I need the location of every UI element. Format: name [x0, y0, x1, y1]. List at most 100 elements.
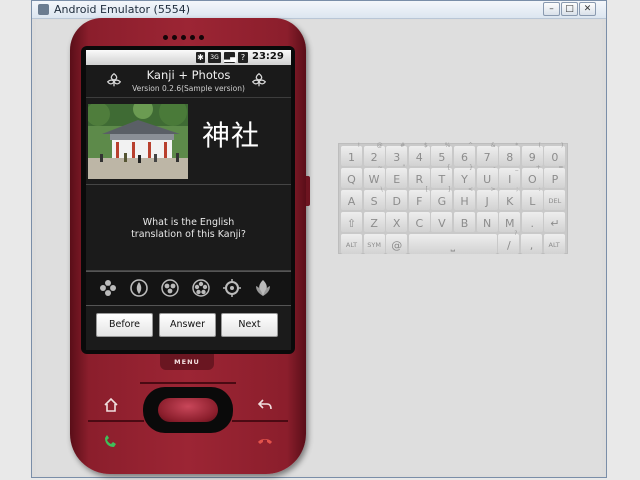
back-icon[interactable] — [256, 396, 274, 414]
key-sym3[interactable]: ⎵ — [408, 234, 497, 254]
trackball[interactable] — [158, 398, 218, 422]
key-label: A — [347, 195, 356, 208]
before-button[interactable]: Before — [96, 313, 153, 337]
key-label: G — [437, 195, 447, 208]
end-call-icon[interactable] — [256, 432, 274, 450]
title-bar[interactable]: Android Emulator (5554) – □ ✕ — [32, 1, 606, 19]
key-c[interactable]: C — [408, 212, 430, 232]
key-label: L — [529, 195, 536, 208]
key-label: I — [508, 173, 512, 186]
key-alt-label: > — [490, 186, 496, 193]
key-p[interactable]: P = — [544, 164, 566, 188]
key-sym[interactable]: SYM — [363, 234, 385, 254]
key-label: Q — [347, 173, 356, 186]
key-del[interactable]: DEL — [544, 190, 566, 210]
emulator-window: Android Emulator (5554) – □ ✕ ✱ 3G ▂▄ ? … — [31, 0, 607, 478]
key-alt[interactable]: ALT — [341, 234, 362, 254]
key-f[interactable]: F[ — [408, 186, 430, 210]
key-label: K — [506, 195, 514, 208]
key-1[interactable]: 1! — [341, 142, 362, 166]
menu-label: MENU — [174, 358, 200, 366]
key-label: ↵ — [550, 217, 560, 230]
key-label: DEL — [548, 197, 562, 205]
key-label: ⎵ — [450, 239, 455, 252]
key-sym8[interactable]: . — [521, 212, 543, 232]
key-alt-label: " — [402, 164, 406, 171]
key-sym4[interactable]: /? — [498, 230, 520, 254]
key-4[interactable]: 4 $ — [408, 142, 430, 166]
key-g[interactable]: G] — [431, 186, 453, 210]
key-sym5[interactable]: , — [521, 234, 542, 254]
key-label: R — [415, 173, 424, 186]
key-s[interactable]: S \ — [363, 186, 385, 210]
key-b[interactable]: B — [454, 212, 475, 232]
key-n[interactable]: N — [476, 212, 498, 232]
home-icon[interactable] — [102, 396, 120, 414]
key-k[interactable]: K; — [499, 186, 521, 210]
key-label: 8 — [506, 151, 514, 164]
next-button[interactable]: Next — [221, 313, 278, 337]
key-label: C — [415, 217, 424, 230]
key-label: 2 — [370, 151, 378, 164]
key-label: O — [527, 173, 537, 186]
crest-ring-icon — [130, 279, 148, 297]
key-h[interactable]: H < — [454, 186, 475, 210]
answer-button[interactable]: Answer — [159, 313, 216, 337]
crest-wheel-icon — [223, 279, 241, 297]
key-alt-label: { — [446, 164, 451, 171]
key-sym0[interactable]: ⇧ — [341, 212, 362, 232]
key-alt-label: ( — [538, 142, 541, 149]
key-label: ALT — [548, 241, 560, 249]
key-x[interactable]: X — [386, 212, 408, 232]
minimize-button[interactable]: – — [543, 2, 560, 16]
key-alt-label: : — [538, 186, 541, 193]
close-button[interactable]: ✕ — [579, 2, 596, 16]
question-line-2: translation of this Kanji? — [131, 229, 246, 240]
key-label: 9 — [528, 151, 536, 164]
key-z[interactable]: Z — [363, 212, 385, 232]
help-icon: ? — [238, 52, 248, 63]
key-sym2[interactable]: @ — [386, 234, 408, 254]
key-v[interactable]: V — [431, 212, 453, 232]
keypad-divider — [88, 420, 144, 422]
key-alt-label: ; — [516, 186, 519, 193]
key-j[interactable]: J > — [476, 186, 498, 210]
key-alt-label: + — [535, 164, 541, 171]
key-alt-label: & — [490, 142, 496, 149]
question-line-1: What is the English — [142, 217, 235, 228]
key-q[interactable]: Q — [341, 168, 362, 188]
key-alt-label: ! — [357, 142, 360, 149]
side-button[interactable] — [306, 176, 310, 206]
key-label: B — [460, 217, 469, 230]
key-alt-label: % — [444, 142, 451, 149]
question-text: What is the English translation of this … — [86, 217, 291, 241]
key-alt[interactable]: ALT — [543, 234, 565, 254]
key-e[interactable]: E " — [386, 164, 408, 188]
key-label: 1 — [348, 151, 355, 164]
key-alt-label: * — [515, 142, 519, 149]
key-label: W — [368, 173, 380, 186]
key-label: @ — [391, 239, 403, 252]
call-icon[interactable] — [102, 432, 120, 450]
key-label: P — [551, 173, 559, 186]
key-a[interactable]: A — [341, 190, 362, 210]
key-sym9[interactable]: ↵ — [544, 212, 566, 232]
key-label: 7 — [483, 151, 491, 164]
key-l[interactable]: L: — [521, 186, 543, 210]
key-label: Y — [461, 173, 468, 186]
key-label: 4 — [415, 151, 423, 164]
key-alt-label: _ — [515, 164, 519, 171]
key-alt-label: - — [493, 164, 496, 171]
emulator-keyboard: 1! 2 @3 #4 $5% 6 ^ 7 & 8 * 9(0) Q W ~ E " R T{Y} U - I _ O + P = A S… — [338, 142, 568, 254]
key-alt-label: ~ — [377, 164, 383, 171]
key-label: 0 — [551, 151, 559, 164]
key-alt-label: # — [400, 142, 406, 149]
key-d[interactable]: D — [386, 190, 408, 210]
key-label: J — [485, 195, 489, 208]
key-label: X — [392, 217, 401, 230]
status-bar: ✱ 3G ▂▄ ? 23:29 — [86, 50, 291, 65]
maximize-button[interactable]: □ — [561, 2, 578, 16]
family-crest-bar — [86, 271, 291, 306]
divider — [86, 184, 291, 185]
kanji-character: 神社 — [202, 119, 261, 152]
